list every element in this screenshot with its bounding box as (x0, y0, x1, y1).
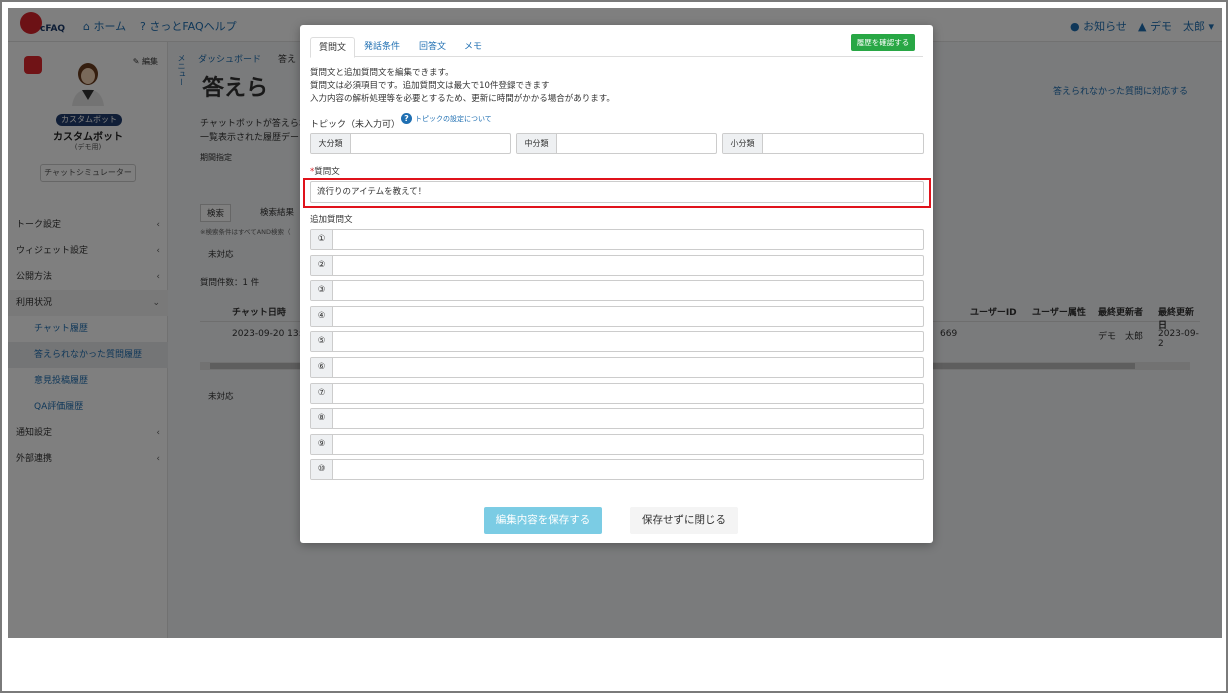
close-without-saving-button[interactable]: 保存せずに閉じる (630, 507, 738, 534)
additional-question-3[interactable]: ③ (310, 280, 924, 301)
additional-question-7[interactable]: ⑦ (310, 383, 924, 404)
question-label: *質問文 (310, 167, 340, 177)
topic-minor-label: 小分類 (723, 134, 763, 153)
check-history-button[interactable]: 履歴を確認する (851, 34, 915, 51)
additional-question-9[interactable]: ⑨ (310, 434, 924, 455)
tab-question[interactable]: 質問文 (310, 37, 356, 58)
help-circle-icon: ? (401, 113, 412, 124)
additional-question-5[interactable]: ⑤ (310, 331, 924, 352)
topic-label: トピック（未入力可） (310, 120, 401, 130)
modal-description: 質問文と追加質問文を編集できます。 質問文は必須項目です。追加質問文は最大で10… (310, 68, 615, 104)
screenshot-frame: cFAQ ⌂ ホーム ? さっとFAQヘルプ ● お知らせ ▲ デモ 太郎 ▾ … (0, 0, 1228, 693)
highlight-box (303, 178, 931, 208)
tab-memo[interactable]: メモ (456, 37, 490, 58)
additional-question-6[interactable]: ⑥ (310, 357, 924, 378)
additional-question-10[interactable]: ⑩ (310, 459, 924, 480)
additional-question-4[interactable]: ④ (310, 306, 924, 327)
modal-tabs: 質問文 発話条件 回答文 メモ (310, 33, 923, 58)
topic-major-label: 大分類 (311, 134, 351, 153)
additional-question-label: 追加質問文 (310, 215, 353, 225)
additional-question-1[interactable]: ① (310, 229, 924, 250)
edit-question-modal: 質問文 発話条件 回答文 メモ 履歴を確認する 質問文と追加質問文を編集できます… (300, 25, 933, 543)
topic-major-field[interactable]: 大分類 (310, 133, 511, 154)
tab-answer[interactable]: 回答文 (411, 37, 454, 58)
bottom-margin (2, 638, 1226, 691)
save-button[interactable]: 編集内容を保存する (484, 507, 602, 534)
tab-utterance-conditions[interactable]: 発話条件 (356, 37, 408, 58)
additional-question-2[interactable]: ② (310, 255, 924, 276)
topic-middle-field[interactable]: 中分類 (516, 133, 717, 154)
topic-help-link[interactable]: ? トピックの設定について (401, 113, 492, 124)
topic-minor-field[interactable]: 小分類 (722, 133, 924, 154)
additional-question-8[interactable]: ⑧ (310, 408, 924, 429)
topic-middle-label: 中分類 (517, 134, 557, 153)
